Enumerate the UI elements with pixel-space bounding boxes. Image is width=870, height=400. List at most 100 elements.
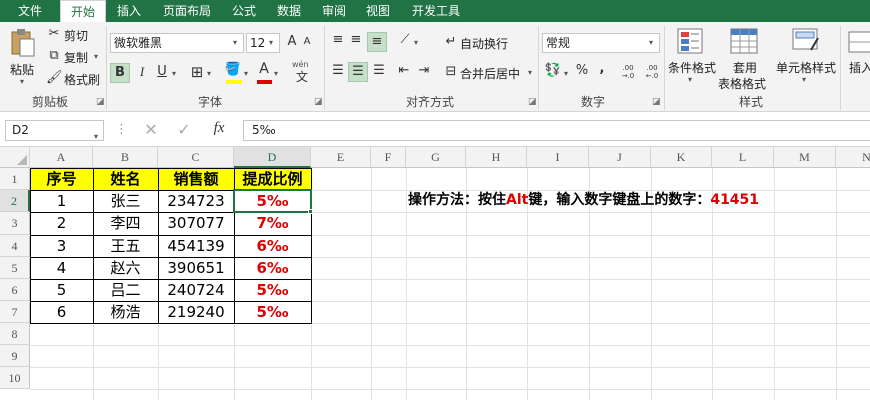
underline-icon[interactable]: U	[154, 64, 170, 79]
select-all-corner[interactable]	[0, 147, 30, 168]
row-header[interactable]: 10	[0, 367, 30, 389]
tab-view[interactable]: 视图	[358, 0, 398, 22]
column-header[interactable]: B	[93, 147, 158, 168]
tab-data[interactable]: 数据	[270, 0, 308, 22]
dialog-launcher-icon[interactable]: ◪	[96, 97, 105, 107]
row-header[interactable]: 4	[0, 235, 30, 257]
tab-developer[interactable]: 开发工具	[404, 0, 468, 22]
font-size-select[interactable]: 12 ▾	[246, 33, 280, 53]
align-middle-icon[interactable]: ≡	[348, 32, 364, 47]
tab-insert[interactable]: 插入	[108, 0, 150, 22]
column-header[interactable]: N	[836, 147, 870, 168]
align-top-icon[interactable]: ≡	[330, 32, 346, 47]
dialog-launcher-icon[interactable]: ◪	[652, 97, 661, 107]
gridline	[406, 168, 407, 400]
column-header[interactable]: K	[651, 147, 712, 168]
wrap-text-button[interactable]: ↵ 自动换行	[444, 33, 524, 53]
insert-function-icon[interactable]: fx	[208, 120, 230, 137]
row-header[interactable]: 7	[0, 301, 30, 323]
phonetic-icon[interactable]: 文	[292, 68, 312, 85]
paintbrush-icon: 🖌	[46, 70, 63, 85]
row-header[interactable]: 3	[0, 212, 30, 235]
tab-formulas[interactable]: 公式	[224, 0, 264, 22]
column-header[interactable]: L	[712, 147, 774, 168]
row-header[interactable]: 8	[0, 323, 30, 345]
bold-icon: B	[115, 65, 125, 80]
decrease-indent-icon[interactable]: ⇤	[396, 63, 412, 78]
comma-style-icon[interactable]: ,	[594, 61, 610, 76]
merge-center-label: 合并后居中	[460, 67, 521, 81]
drag-handle-icon[interactable]: ⋮	[115, 122, 128, 137]
align-left-icon[interactable]: ☰	[330, 63, 346, 78]
enter-check-icon[interactable]: ✓	[175, 120, 193, 139]
tab-page-layout[interactable]: 页面布局	[156, 0, 218, 22]
accounting-format-icon[interactable]: 💱	[544, 63, 562, 78]
gridline	[30, 367, 870, 368]
active-cell-outline	[233, 189, 312, 213]
chevron-down-icon[interactable]: ▾	[274, 69, 278, 78]
decrease-font-size-icon[interactable]: A	[301, 36, 313, 47]
orientation-icon[interactable]: ⟋	[396, 32, 414, 47]
column-header[interactable]: M	[774, 147, 836, 168]
percent-style-icon[interactable]: %	[574, 63, 590, 78]
cancel-icon[interactable]: ✕	[142, 120, 160, 139]
chevron-down-icon[interactable]: ▾	[564, 69, 568, 78]
paste-label: 粘贴	[10, 63, 35, 77]
tab-file[interactable]: 文件	[0, 0, 60, 22]
increase-font-size-icon[interactable]: A	[285, 34, 299, 49]
conditional-formatting-button[interactable]: 条件格式 ▾	[666, 26, 718, 90]
fill-color-icon[interactable]: 🪣	[224, 62, 242, 77]
insert-cells-button[interactable]: 插入	[845, 26, 870, 90]
tab-review[interactable]: 审阅	[314, 0, 354, 22]
format-as-table-button[interactable]: 套用 表格格式	[716, 26, 772, 91]
row-header[interactable]: 9	[0, 345, 30, 367]
dialog-launcher-icon[interactable]: ◪	[528, 97, 537, 107]
align-right-icon[interactable]: ☰	[371, 63, 387, 78]
copy-button[interactable]: ⧉ 复制 ▾	[46, 48, 108, 66]
chevron-down-icon: ▾	[528, 68, 533, 77]
column-header[interactable]: I	[527, 147, 589, 168]
fill-color-swatch	[226, 80, 242, 84]
column-header[interactable]: A	[30, 147, 93, 168]
chevron-down-icon[interactable]: ▾	[414, 38, 418, 47]
tab-home[interactable]: 开始	[60, 0, 106, 23]
column-header[interactable]: H	[466, 147, 527, 168]
border-icon[interactable]: ⊞	[188, 63, 206, 81]
formula-input[interactable]: 5‰	[243, 120, 870, 141]
increase-indent-icon[interactable]: ⇥	[416, 63, 432, 78]
cell-styles-button[interactable]: 单元格样式 ▾	[774, 26, 838, 90]
name-box[interactable]: D2 ▾	[5, 120, 104, 141]
italic-icon[interactable]: I	[134, 64, 150, 80]
column-header[interactable]: J	[589, 147, 651, 168]
bold-button[interactable]: B	[110, 63, 130, 83]
align-center-button[interactable]: ☰	[348, 62, 368, 82]
row-header[interactable]: 1	[0, 168, 30, 190]
chevron-down-icon[interactable]: ▾	[207, 69, 211, 78]
worksheet-grid[interactable]: A B C D E F G H I J K L M N 1 2 3 4 5 6 …	[0, 147, 870, 400]
chevron-down-icon: ▾	[269, 38, 274, 47]
column-header[interactable]: F	[371, 147, 406, 168]
dialog-launcher-icon[interactable]: ◪	[314, 97, 323, 107]
font-name-select[interactable]: 微软雅黑 ▾	[110, 33, 244, 53]
chevron-down-icon[interactable]: ▾	[172, 69, 176, 78]
cut-button[interactable]: ✂ 剪切	[46, 26, 98, 44]
column-header[interactable]: E	[311, 147, 371, 168]
chevron-down-icon[interactable]: ▾	[244, 69, 248, 78]
row-header[interactable]: 5	[0, 257, 30, 279]
formula-bar: D2 ▾ ⋮ ✕ ✓ fx 5‰	[0, 113, 870, 147]
decrease-decimal-icon[interactable]: .00 ←.0	[642, 64, 662, 80]
paste-button[interactable]: 粘贴 ▾	[6, 26, 40, 86]
align-bottom-button[interactable]: ≡	[367, 32, 387, 52]
column-header[interactable]: G	[406, 147, 466, 168]
format-painter-button[interactable]: 🖌 格式刷	[46, 70, 102, 88]
instruction-note[interactable]: 操作方法：按住Alt键，输入数字键盘上的数字：41451	[408, 191, 759, 209]
column-header[interactable]: D	[234, 147, 311, 168]
fill-handle[interactable]	[308, 209, 313, 214]
merge-center-button[interactable]: ⊟ 合并后居中 ▾	[444, 63, 536, 83]
column-header[interactable]: C	[158, 147, 234, 168]
font-color-icon[interactable]: A	[256, 61, 272, 77]
number-format-select[interactable]: 常规 ▾	[542, 33, 660, 53]
row-header[interactable]: 6	[0, 279, 30, 301]
increase-decimal-icon[interactable]: .00 →.0	[618, 64, 638, 80]
row-header[interactable]: 2	[0, 190, 30, 212]
